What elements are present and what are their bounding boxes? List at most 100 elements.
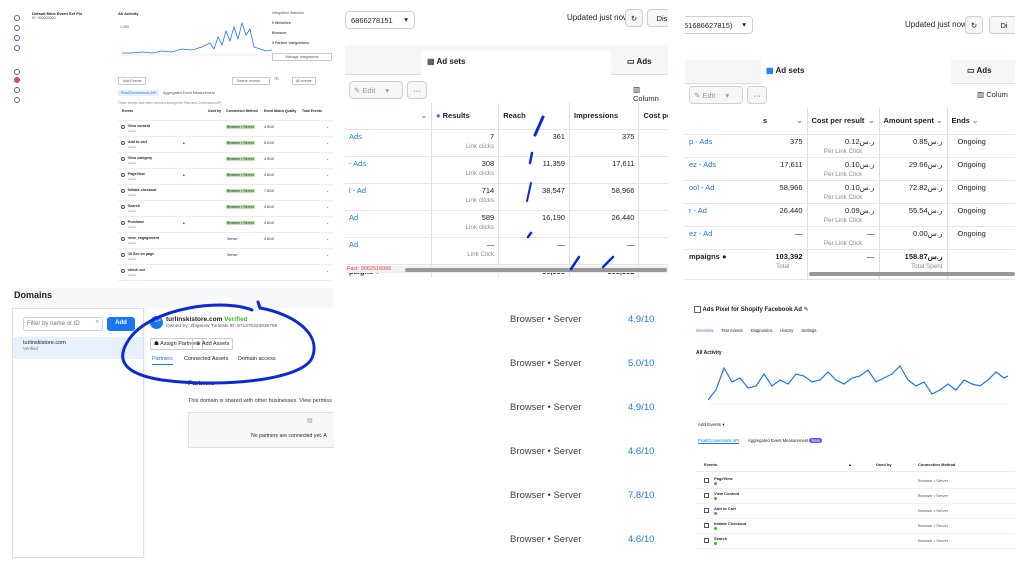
tab-pixel-capi[interactable]: Pixel/Conversions API bbox=[118, 90, 160, 96]
table-row[interactable]: Search Browser • Server bbox=[696, 534, 1015, 549]
col-reach[interactable]: Reach bbox=[498, 103, 570, 130]
table-row[interactable]: view_engagement Active Server 4.6/10 ⌄ bbox=[118, 233, 333, 249]
edit-button[interactable]: ✎ Edit ▾ bbox=[349, 81, 403, 99]
search-input[interactable]: Search events bbox=[232, 77, 270, 85]
refresh-button[interactable]: ↻ bbox=[965, 16, 983, 34]
col-amount-spent[interactable]: Amount spent ⌄ bbox=[879, 108, 948, 135]
scrollbar[interactable] bbox=[809, 272, 1015, 276]
add-events-button[interactable]: Add Events bbox=[118, 77, 147, 85]
match-quality-score[interactable]: 4.6/10 bbox=[628, 446, 654, 457]
tab-test-events[interactable]: Test events bbox=[721, 328, 742, 333]
chevron-down-icon[interactable]: ⌄ bbox=[326, 221, 329, 225]
menu-icon[interactable] bbox=[14, 25, 20, 31]
adset-name[interactable]: ool - Ad bbox=[685, 180, 759, 204]
col-cost-per-result[interactable]: Cost per result ⌄ bbox=[807, 108, 880, 135]
adset-name[interactable]: ez - Ad bbox=[685, 226, 759, 250]
table-row[interactable]: - Ads 308 Link clicks 11,359 17,611 bbox=[345, 156, 668, 184]
tab-aem[interactable]: Aggregated Event Measurement New bbox=[748, 438, 822, 443]
add-domain-button[interactable]: Add bbox=[107, 317, 135, 331]
tab-ads[interactable]: ▭ Ads bbox=[961, 60, 998, 81]
add-events-button[interactable]: Add Events ▾ bbox=[698, 422, 725, 428]
scrollbar[interactable] bbox=[405, 268, 667, 272]
refresh-button[interactable]: ↻ bbox=[625, 9, 643, 27]
match-quality-score[interactable]: 7.8/10 bbox=[628, 490, 654, 501]
tab-connected-assets[interactable]: Connected Assets bbox=[184, 356, 228, 362]
table-row[interactable]: Ad 589 Link clicks 16,190 26,440 bbox=[345, 210, 668, 238]
book-icon[interactable] bbox=[14, 97, 20, 103]
tab-aem[interactable]: Aggregated Event Measurement bbox=[160, 90, 218, 96]
table-row[interactable]: Ad — Link Click — — bbox=[345, 237, 668, 265]
chevron-down-icon[interactable]: ⌄ bbox=[326, 141, 329, 145]
table-row[interactable]: ez - Ad — — Per Link Click 0.00ر.س Ongoing bbox=[685, 226, 1015, 250]
chevron-down-icon[interactable]: ⌄ bbox=[326, 157, 329, 161]
add-assets-button[interactable]: ⊕ Add Assets bbox=[192, 338, 234, 350]
domain-list-item[interactable]: turlinskistore.com Verified bbox=[13, 337, 143, 359]
adset-name[interactable]: ez - Ads bbox=[685, 157, 759, 181]
table-row[interactable]: Search Active Browser • Server 4.6/10 ⌄ bbox=[118, 201, 333, 217]
discard-button[interactable]: Dis bbox=[647, 9, 668, 27]
col-impressions[interactable]: Impressions bbox=[569, 103, 640, 130]
adset-name[interactable]: Ads bbox=[345, 129, 432, 157]
more-button[interactable]: ··· bbox=[747, 86, 767, 104]
chevron-down-icon[interactable]: ⌄ bbox=[326, 237, 329, 241]
account-selector[interactable]: 6866278151 ▾ bbox=[345, 11, 415, 29]
col-impressions[interactable]: s ⌄ bbox=[759, 108, 808, 135]
chevron-down-icon[interactable]: ⌄ bbox=[326, 189, 329, 193]
edit-button[interactable]: ✎ Edit ▾ bbox=[689, 86, 743, 104]
event-filter[interactable]: All events bbox=[292, 77, 316, 85]
table-row[interactable]: p - Ads 375 0.12ر.س Per Link Click 0.85ر.س On… bbox=[685, 134, 1015, 158]
table-row[interactable]: Initiate checkout Active Browser • Server 7… bbox=[118, 185, 333, 201]
pencil-icon[interactable]: ✎ bbox=[804, 307, 809, 313]
tab-adsets[interactable]: ▦ Ad sets bbox=[761, 60, 951, 84]
tab-history[interactable]: History bbox=[780, 328, 793, 333]
table-row[interactable]: ez - Ads 17,611 0.10ر.س Per Link Click 29.66… bbox=[685, 157, 1015, 181]
table-row[interactable]: View Content Browser • Server bbox=[696, 489, 1015, 504]
chevron-down-icon[interactable]: ⌄ bbox=[326, 125, 329, 129]
table-row[interactable]: View content Active Browser • Server 4.9/10… bbox=[118, 121, 333, 137]
search-icon[interactable] bbox=[14, 87, 20, 93]
columns-button[interactable]: ▥ Colum bbox=[977, 90, 1008, 99]
table-row[interactable]: 10 Sec on page Active Server ⌄ bbox=[118, 249, 333, 265]
tab-overview[interactable]: Overview bbox=[696, 328, 713, 333]
bell-icon[interactable] bbox=[14, 45, 20, 51]
columns-button[interactable]: ▥ Column bbox=[633, 85, 668, 103]
chevron-down-icon[interactable]: ⌄ bbox=[326, 173, 329, 177]
table-row[interactable]: l - Ad 714 Link clicks 38,547 58,966 bbox=[345, 183, 668, 211]
table-row[interactable]: Add to cart Active ▲ Browser • Server 5.0/10… bbox=[118, 137, 333, 153]
chevron-down-icon[interactable]: ⌄ bbox=[326, 205, 329, 209]
adset-name[interactable]: - Ads bbox=[345, 156, 432, 184]
table-row[interactable]: View category Active Browser • Server 4.9/1… bbox=[118, 153, 333, 169]
dataset-item[interactable]: Default Mine Event Set Pix ID: 000000000 bbox=[32, 11, 112, 20]
chevron-down-icon[interactable]: ⌄ bbox=[326, 253, 329, 257]
tab-ads[interactable]: ▭ Ads bbox=[621, 51, 658, 72]
account-selector[interactable]: 51686627815) ▾ bbox=[685, 16, 753, 34]
table-row[interactable]: check out Active ⌄ bbox=[118, 265, 333, 281]
match-quality-score[interactable]: 5.0/10 bbox=[628, 358, 654, 369]
tab-adsets[interactable]: ▦ Ad sets bbox=[421, 51, 611, 75]
table-row[interactable]: ool - Ad 58,966 0.10ر.س Per Link Click 72.82… bbox=[685, 180, 1015, 204]
tab-settings[interactable]: Settings bbox=[801, 328, 816, 333]
manage-integrations-button[interactable]: Manage Integrations bbox=[272, 53, 332, 61]
col-results[interactable]: ● Results bbox=[431, 103, 500, 130]
tab-domain-access[interactable]: Domain access bbox=[238, 356, 276, 362]
table-row[interactable]: r - Ad 26,440 0.09ر.س Per Link Click 55.54ر.… bbox=[685, 203, 1015, 227]
match-quality-score[interactable]: 4.6/10 bbox=[628, 534, 654, 545]
target-icon[interactable] bbox=[14, 15, 20, 21]
gear-icon[interactable] bbox=[14, 35, 20, 41]
date-filter[interactable]: 7D bbox=[274, 77, 279, 81]
col-cost[interactable]: Cost pe bbox=[638, 103, 668, 130]
tab-partners[interactable]: Partners bbox=[152, 356, 173, 365]
tab-pixel-capi[interactable]: Pixel/Conversions API bbox=[698, 438, 740, 444]
adset-name[interactable]: Ad bbox=[345, 210, 432, 238]
table-row[interactable]: Ads 7 Link clicks 361 375 bbox=[345, 129, 668, 157]
adset-name[interactable]: Ad bbox=[345, 237, 432, 265]
col-ends[interactable]: Ends ⌄ bbox=[947, 108, 1015, 135]
table-row[interactable]: Initiate Checkout Browser • Server bbox=[696, 519, 1015, 534]
info-icon[interactable] bbox=[14, 69, 20, 75]
match-quality-score[interactable]: 4.9/10 bbox=[628, 402, 654, 413]
match-quality-score[interactable]: 4.9/10 bbox=[628, 314, 654, 325]
more-button[interactable]: ··· bbox=[407, 81, 427, 99]
chevron-down-icon[interactable]: ⌄ bbox=[326, 269, 329, 273]
adset-name[interactable]: r - Ad bbox=[685, 203, 759, 227]
report-icon[interactable] bbox=[14, 77, 20, 83]
